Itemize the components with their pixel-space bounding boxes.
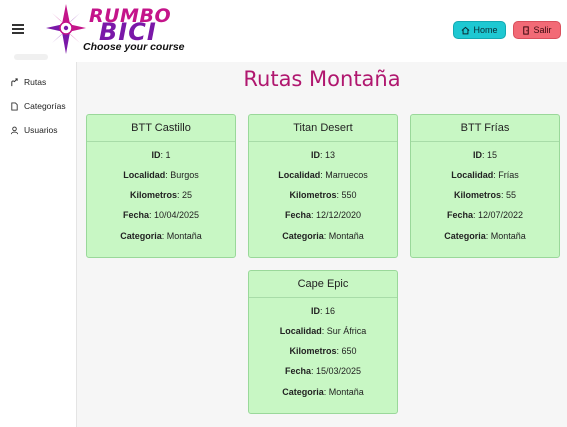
route-localidad: Localidad: Frías — [451, 170, 519, 180]
route-kilometros: Kilometros: 25 — [129, 190, 193, 200]
route-id: ID: 1 — [151, 150, 171, 160]
route-kilometros: Kilometros: 55 — [453, 190, 517, 200]
route-id: ID: 13 — [310, 150, 336, 160]
hamburger-menu-icon[interactable] — [12, 24, 24, 34]
route-id: ID: 16 — [310, 306, 336, 316]
route-localidad: Localidad: Marruecos — [278, 170, 368, 180]
route-categoria: Categoria: Montaña — [444, 231, 526, 241]
header: RUMBO BICI Choose your course Home Salir — [0, 0, 567, 62]
route-icon — [11, 77, 18, 86]
sidebar-divider — [14, 54, 48, 60]
sidebar: Rutas Categorías Usuarios — [0, 54, 77, 427]
home-button-label: Home — [473, 25, 498, 35]
sidebar-item-label: Rutas — [24, 77, 47, 87]
route-kilometros: Kilometros: 650 — [289, 346, 357, 356]
route-fecha: Fecha: 12/07/2022 — [446, 210, 524, 220]
route-name: BTT Frías — [411, 115, 559, 142]
exit-button[interactable]: Salir — [513, 21, 561, 39]
route-kilometros: Kilometros: 550 — [289, 190, 357, 200]
main-content: Rutas Montaña BTT Castillo ID: 1 Localid… — [77, 62, 567, 427]
page-title: Rutas Montaña — [243, 67, 401, 91]
route-localidad: Localidad: Burgos — [123, 170, 199, 180]
sidebar-item-label: Usuarios — [24, 125, 58, 135]
user-icon — [10, 126, 19, 134]
route-categoria: Categoria: Montaña — [282, 387, 364, 397]
route-card[interactable]: Titan Desert ID: 13 Localidad: Marruecos… — [248, 114, 398, 258]
sidebar-item-usuarios[interactable]: Usuarios — [10, 123, 58, 137]
route-card[interactable]: Cape Epic ID: 16 Localidad: Sur África K… — [248, 270, 398, 414]
route-localidad: Localidad: Sur África — [279, 326, 367, 336]
route-fecha: Fecha: 10/04/2025 — [122, 210, 200, 220]
document-icon — [11, 101, 18, 111]
sidebar-item-label: Categorías — [24, 101, 66, 111]
exit-button-label: Salir — [533, 25, 552, 35]
logo: RUMBO BICI Choose your course — [46, 4, 185, 56]
route-card[interactable]: BTT Frías ID: 15 Localidad: Frías Kilome… — [410, 114, 560, 258]
route-name: Cape Epic — [249, 271, 397, 298]
home-icon — [462, 26, 470, 34]
route-id: ID: 15 — [472, 150, 498, 160]
route-card[interactable]: BTT Castillo ID: 1 Localidad: Burgos Kil… — [86, 114, 236, 258]
compass-icon — [46, 4, 86, 54]
route-categoria: Categoria: Montaña — [120, 231, 202, 241]
sidebar-item-rutas[interactable]: Rutas — [10, 75, 46, 89]
route-fecha: Fecha: 15/03/2025 — [284, 366, 362, 376]
route-name: BTT Castillo — [87, 115, 235, 142]
sidebar-item-categorias[interactable]: Categorías — [10, 99, 66, 113]
door-icon — [523, 25, 530, 35]
logo-tagline: Choose your course — [83, 41, 185, 53]
route-name: Titan Desert — [249, 115, 397, 142]
route-categoria: Categoria: Montaña — [282, 231, 364, 241]
home-button[interactable]: Home — [453, 21, 506, 39]
route-fecha: Fecha: 12/12/2020 — [284, 210, 362, 220]
